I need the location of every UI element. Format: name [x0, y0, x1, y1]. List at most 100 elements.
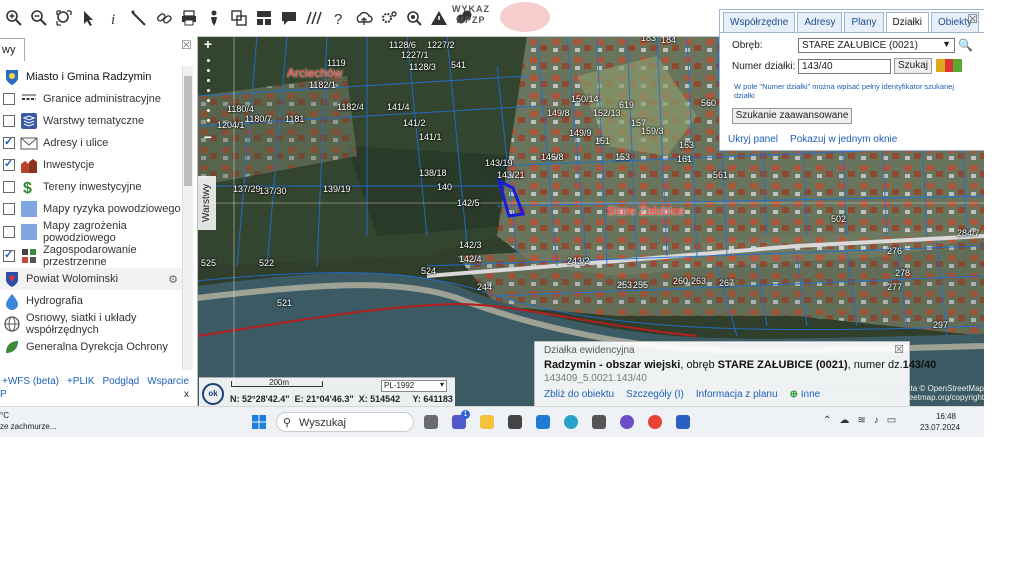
layer-item[interactable]: Warstwy tematyczne	[0, 110, 182, 132]
layer-checkbox[interactable]	[3, 181, 15, 193]
layer-group-hydrografia[interactable]: Hydrografia	[0, 290, 182, 312]
layers-tool-icon[interactable]	[228, 7, 250, 29]
zoom-step[interactable]	[206, 89, 210, 92]
layer-item[interactable]: Mapy zagrożenia powodziowego	[0, 220, 182, 244]
zoom-step[interactable]	[206, 69, 210, 72]
tab-adresy[interactable]: Adresy	[797, 12, 843, 32]
cloud-icon[interactable]: ☁	[839, 415, 849, 426]
layer-group-osnowy[interactable]: Osnowy, siatki i układy współrzędnych	[0, 312, 182, 336]
zoom-step[interactable]	[206, 119, 210, 122]
zoom-in-icon[interactable]: +	[200, 36, 216, 52]
measure-icon[interactable]	[128, 7, 150, 29]
footer-close[interactable]: x	[184, 389, 189, 400]
numer-dzialki-input[interactable]: 143/40	[798, 59, 891, 74]
traffic-light-icon[interactable]	[936, 59, 963, 72]
zoom-out-icon[interactable]: −	[200, 129, 216, 145]
layer-item[interactable]: Adresy i ulice	[0, 132, 182, 154]
battery-icon[interactable]: ▭	[887, 415, 896, 426]
settings-icon[interactable]	[378, 7, 400, 29]
layer-item[interactable]: Zagospodarowanie przestrzenne	[0, 244, 182, 268]
store-icon[interactable]	[508, 415, 522, 429]
zoom-step[interactable]	[206, 99, 210, 102]
wifi-icon[interactable]: ≋	[857, 415, 865, 426]
layer-checkbox[interactable]	[3, 115, 15, 127]
search-icon[interactable]: 🔍	[958, 38, 973, 52]
layer-item[interactable]: Granice administracyjne	[0, 88, 182, 110]
wfs-link[interactable]: +WFS (beta)	[2, 376, 59, 387]
wsparcie-link[interactable]: Wsparcie	[147, 376, 189, 387]
app-icon[interactable]	[676, 415, 690, 429]
hatch-icon[interactable]	[303, 7, 325, 29]
tab-dzialki[interactable]: Działki	[885, 12, 929, 32]
layer-group-powiat[interactable]: Powiat Wolominski ⚙	[0, 268, 182, 290]
clock[interactable]: 16:48 23.07.2024	[920, 411, 960, 433]
file-explorer-icon[interactable]	[480, 415, 494, 429]
layer-checkbox[interactable]	[3, 248, 15, 262]
info-icon[interactable]: i	[103, 7, 125, 29]
print-icon[interactable]	[178, 7, 200, 29]
close-icon[interactable]: ☒	[967, 12, 978, 26]
zoom-in-tool-icon[interactable]	[3, 7, 25, 29]
zoom-to-object-link[interactable]: Zbliż do obiektu	[544, 389, 614, 400]
layers-panel-tab[interactable]: wy	[0, 38, 25, 61]
layer-item[interactable]: Inwestycje	[0, 154, 182, 176]
plik-link[interactable]: +PLIK	[67, 376, 95, 387]
warning-icon[interactable]	[428, 7, 450, 29]
advanced-search-button[interactable]: Szukanie zaawansowane	[732, 108, 852, 124]
tab-wspolrzedne[interactable]: Współrzędne	[723, 12, 796, 32]
zoom-extent-icon[interactable]	[53, 7, 75, 29]
details-link[interactable]: Szczegóły (I)	[626, 389, 684, 400]
scrollbar-thumb[interactable]	[184, 76, 192, 186]
zoom-step[interactable]	[206, 109, 210, 112]
taskbar-search[interactable]: ⚲ Wyszukaj	[276, 412, 414, 432]
zoom-out-tool-icon[interactable]	[28, 7, 50, 29]
layer-list-scrollbar[interactable]	[182, 66, 193, 370]
edge-icon[interactable]	[564, 415, 578, 429]
layer-checkbox[interactable]	[3, 93, 15, 105]
ok-button[interactable]: ok	[202, 383, 224, 405]
close-icon[interactable]: ☒	[894, 343, 904, 356]
search-map-icon[interactable]	[403, 7, 425, 29]
person-icon[interactable]	[203, 7, 225, 29]
obreb-select[interactable]: STARE ZAŁUBICE (0021) ▼	[798, 38, 955, 53]
footer-p-link[interactable]: P	[0, 389, 7, 400]
chevron-up-icon[interactable]: ⌃	[823, 415, 831, 426]
cloud-upload-icon[interactable]	[353, 7, 375, 29]
layer-checkbox[interactable]	[3, 157, 15, 171]
link-icon[interactable]	[153, 7, 175, 29]
layer-checkbox[interactable]	[3, 226, 15, 238]
layer-checkbox[interactable]	[3, 203, 15, 215]
zoom-step[interactable]	[206, 79, 210, 82]
warstwy-tab[interactable]: Warstwy	[198, 176, 216, 230]
chrome-icon[interactable]	[648, 415, 662, 429]
select-pointer-icon[interactable]	[78, 7, 100, 29]
wykaz-mpzp-button[interactable]: WYKAZ MPZP	[448, 4, 494, 26]
hide-panel-link[interactable]: Ukryj panel	[728, 134, 778, 145]
crs-select[interactable]: PL-1992 ▾	[381, 380, 447, 392]
comment-icon[interactable]	[278, 7, 300, 29]
show-single-window-link[interactable]: Pokazuj w jednym oknie	[790, 134, 897, 145]
podglad-link[interactable]: Podgląd	[103, 376, 140, 387]
tab-plany[interactable]: Plany	[844, 12, 884, 32]
zoom-control[interactable]: + −	[200, 36, 216, 166]
szukaj-button[interactable]: Szukaj	[894, 58, 932, 74]
shapes-icon[interactable]	[253, 7, 275, 29]
office-icon[interactable]	[592, 415, 606, 429]
layer-checkbox[interactable]	[3, 135, 15, 149]
zoom-step[interactable]	[206, 59, 210, 62]
copyright-link[interactable]: openstreetmap.org/copyright	[780, 393, 984, 402]
weather-widget[interactable]: °C ze zachmurze...	[0, 410, 56, 432]
media-icon[interactable]	[620, 415, 634, 429]
mail-icon[interactable]	[536, 415, 550, 429]
plan-info-link[interactable]: Informacja z planu	[696, 389, 778, 400]
task-view-icon[interactable]	[424, 415, 438, 429]
windows-start-icon[interactable]	[252, 415, 266, 429]
volume-icon[interactable]: ♪	[874, 415, 879, 426]
layer-item[interactable]: Mapy ryzyka powodziowego	[0, 198, 182, 220]
close-icon[interactable]: ☒	[181, 38, 192, 52]
layer-item[interactable]: $ Tereny inwestycyjne	[0, 176, 182, 198]
layer-group-radzymin[interactable]: Miasto i Gmina Radzymin	[0, 66, 182, 88]
layer-group-gdos[interactable]: Generalna Dyrekcja Ochrony	[0, 336, 182, 358]
gear-icon[interactable]: ⚙	[168, 273, 178, 286]
help-icon[interactable]: ?	[328, 7, 350, 29]
